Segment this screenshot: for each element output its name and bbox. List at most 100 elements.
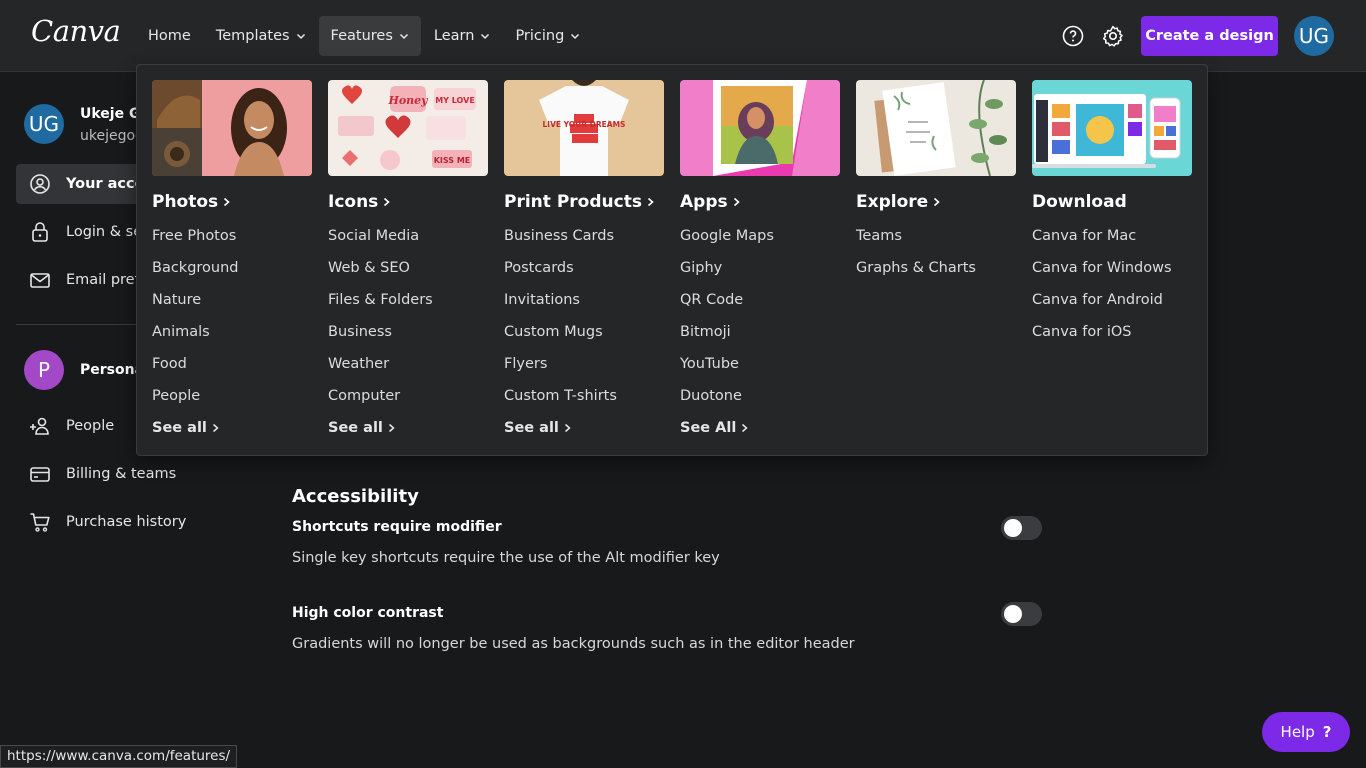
link-people[interactable]: People (152, 380, 312, 412)
link-free-photos[interactable]: Free Photos (152, 220, 312, 252)
nav-templates-label: Templates (215, 28, 290, 44)
link-duotone[interactable]: Duotone (680, 380, 840, 412)
link-youtube[interactable]: YouTube (680, 348, 840, 380)
nav-learn[interactable]: Learn (422, 16, 503, 56)
link-bitmoji[interactable]: Bitmoji (680, 316, 840, 348)
link-flyers[interactable]: Flyers (504, 348, 664, 380)
link-business-cards[interactable]: Business Cards (504, 220, 664, 252)
devices-mockup-image (1032, 80, 1192, 176)
canva-logo[interactable]: Canva (31, 14, 121, 48)
top-navigation-bar: Canva Home Templates Features Learn Pric… (0, 0, 1366, 72)
link-postcards[interactable]: Postcards (504, 252, 664, 284)
icons-heading[interactable]: Icons (328, 190, 488, 214)
person-circle-icon (30, 174, 50, 194)
see-all-icons-link[interactable]: See all (328, 412, 488, 444)
see-all-photos-link[interactable]: See all (152, 412, 312, 444)
apps-thumbnail[interactable] (680, 80, 840, 176)
link-canva-for-ios[interactable]: Canva for iOS (1032, 316, 1192, 348)
toggle-knob (1004, 519, 1022, 537)
kiss-me-sticker-text: KISS ME (434, 156, 471, 165)
chevron-right-icon (384, 197, 391, 207)
explore-thumbnail[interactable] (856, 80, 1016, 176)
team-avatar: P (24, 350, 64, 390)
see-all-apps-link[interactable]: See All (680, 412, 840, 444)
photos-heading[interactable]: Photos (152, 190, 312, 214)
setting-title: Shortcuts require modifier (292, 519, 502, 535)
gear-icon[interactable] (1101, 24, 1125, 48)
explore-links: Teams Graphs & Charts (856, 220, 1016, 284)
nav-home[interactable]: Home (136, 16, 203, 56)
explore-heading[interactable]: Explore (856, 190, 1016, 214)
link-graphs-charts[interactable]: Graphs & Charts (856, 252, 1016, 284)
chevron-right-icon (733, 197, 740, 207)
link-web-seo[interactable]: Web & SEO (328, 252, 488, 284)
avatar[interactable]: UG (1294, 16, 1334, 56)
setting-description: Gradients will no longer be used as back… (292, 636, 855, 652)
valentine-stickers-image: Honey MY LOVE KISS ME (328, 80, 488, 176)
chevron-right-icon (742, 423, 748, 433)
question-mark-icon: ? (1322, 723, 1332, 741)
honey-sticker-text: Honey (387, 94, 429, 107)
link-social-media[interactable]: Social Media (328, 220, 488, 252)
download-thumbnail[interactable] (1032, 80, 1192, 176)
chevron-down-icon (296, 33, 305, 40)
link-qr-code[interactable]: QR Code (680, 284, 840, 316)
link-animals[interactable]: Animals (152, 316, 312, 348)
nav-features[interactable]: Features (318, 16, 421, 56)
print-products-heading[interactable]: Print Products (504, 190, 664, 214)
help-button[interactable]: Help ? (1262, 712, 1350, 752)
link-canva-for-android[interactable]: Canva for Android (1032, 284, 1192, 316)
column-heading-label: Icons (328, 192, 379, 212)
high-contrast-toggle[interactable] (1001, 602, 1042, 626)
see-all-label: See all (152, 420, 207, 436)
tshirt-print-text: LIVE YOUR DREAMS (543, 120, 626, 129)
apps-links: Google Maps Giphy QR Code Bitmoji YouTub… (680, 220, 840, 444)
column-heading-label: Download (1032, 192, 1127, 212)
user-email: ukejegoo (80, 128, 144, 144)
link-background[interactable]: Background (152, 252, 312, 284)
toggle-knob (1004, 605, 1022, 623)
column-heading-label: Apps (680, 192, 728, 212)
see-all-print-link[interactable]: See all (504, 412, 664, 444)
column-heading-label: Explore (856, 192, 929, 212)
link-weather[interactable]: Weather (328, 348, 488, 380)
nav-templates[interactable]: Templates (204, 16, 318, 56)
nav-pricing[interactable]: Pricing (503, 16, 592, 56)
link-files-folders[interactable]: Files & Folders (328, 284, 488, 316)
icons-thumbnail[interactable]: Honey MY LOVE KISS ME (328, 80, 488, 176)
link-canva-for-windows[interactable]: Canva for Windows (1032, 252, 1192, 284)
my-love-sticker-text: MY LOVE (435, 96, 475, 105)
icons-links: Social Media Web & SEO Files & Folders B… (328, 220, 488, 444)
link-canva-for-mac[interactable]: Canva for Mac (1032, 220, 1192, 252)
download-links: Canva for Mac Canva for Windows Canva fo… (1032, 220, 1192, 348)
photos-thumbnail[interactable] (152, 80, 312, 176)
create-design-button[interactable]: Create a design (1141, 16, 1278, 56)
dropdown-column-icons: Honey MY LOVE KISS ME Icons Social Media… (328, 80, 488, 444)
chevron-right-icon (212, 423, 219, 433)
nav-learn-label: Learn (433, 28, 475, 44)
dropdown-column-photos: Photos Free Photos Background Nature Ani… (152, 80, 312, 444)
shortcuts-modifier-toggle[interactable] (1001, 516, 1042, 540)
nav-home-label: Home (148, 28, 191, 44)
link-google-maps[interactable]: Google Maps (680, 220, 840, 252)
help-circle-icon[interactable] (1061, 24, 1085, 48)
link-custom-tshirts[interactable]: Custom T-shirts (504, 380, 664, 412)
print-products-thumbnail[interactable]: LIVE YOUR DREAMS (504, 80, 664, 176)
sidebar-item-purchase-history[interactable]: Purchase history (16, 502, 256, 542)
chevron-right-icon (934, 197, 940, 207)
link-custom-mugs[interactable]: Custom Mugs (504, 316, 664, 348)
nav-pricing-label: Pricing (515, 28, 565, 44)
link-invitations[interactable]: Invitations (504, 284, 664, 316)
duotone-app-image (680, 80, 840, 176)
link-teams[interactable]: Teams (856, 220, 1016, 252)
dropdown-column-apps: Apps Google Maps Giphy QR Code Bitmoji Y… (680, 80, 840, 444)
link-computer[interactable]: Computer (328, 380, 488, 412)
link-giphy[interactable]: Giphy (680, 252, 840, 284)
link-food[interactable]: Food (152, 348, 312, 380)
link-preview-status-url: https://www.canva.com/features/ (0, 745, 238, 768)
link-nature[interactable]: Nature (152, 284, 312, 316)
see-all-label: See all (328, 420, 383, 436)
sidebar-item-billing-teams[interactable]: Billing & teams (16, 454, 256, 494)
apps-heading[interactable]: Apps (680, 190, 840, 214)
link-business[interactable]: Business (328, 316, 488, 348)
